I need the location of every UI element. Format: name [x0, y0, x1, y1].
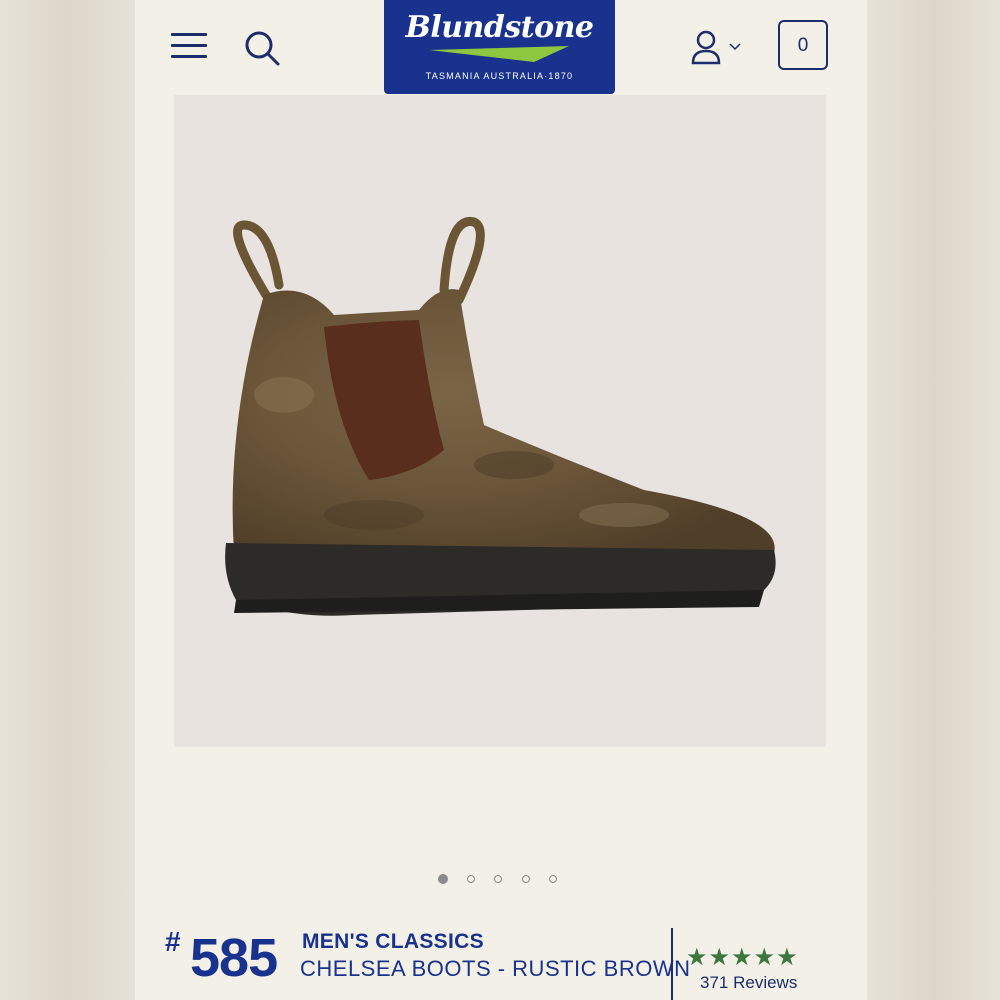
product-name: CHELSEA BOOTS - RUSTIC BROWN	[300, 956, 691, 981]
hamburger-menu-icon[interactable]	[171, 30, 207, 62]
logo-wordmark: Blundstone	[405, 10, 594, 45]
product-collection: MEN'S CLASSICS	[302, 930, 484, 953]
boot-illustration	[225, 216, 776, 616]
logo-tagline: TASMANIA AUSTRALIA·1870	[425, 71, 574, 81]
reviews-link[interactable]: 371 Reviews	[700, 973, 797, 993]
star-icon: ★	[753, 944, 777, 971]
carousel-dot-2[interactable]	[467, 875, 475, 883]
star-icon: ★	[731, 944, 754, 971]
rating-stars[interactable]: ★★★★★	[686, 943, 799, 972]
style-number: 585	[190, 928, 278, 988]
carousel-dot-4[interactable]	[522, 875, 530, 883]
cart-button[interactable]: 0	[778, 20, 828, 70]
divider	[671, 928, 673, 1000]
star-icon: ★	[708, 944, 732, 971]
carousel-dot-3[interactable]	[494, 875, 502, 883]
star-icon: ★	[776, 944, 799, 971]
right-backdrop	[867, 0, 1000, 1000]
carousel-dot-5[interactable]	[549, 875, 557, 883]
user-icon	[691, 30, 741, 65]
carousel-dot-1[interactable]	[438, 874, 448, 884]
brand-logo[interactable]: Blundstone TASMANIA AUSTRALIA·1870	[384, 0, 615, 94]
star-icon: ★	[686, 944, 709, 971]
account-menu[interactable]	[688, 27, 748, 69]
left-backdrop	[0, 0, 135, 1000]
search-icon[interactable]	[240, 27, 282, 69]
logo-swoosh-icon	[429, 46, 569, 62]
style-number-hash: #	[165, 926, 181, 957]
product-image[interactable]	[174, 95, 826, 747]
